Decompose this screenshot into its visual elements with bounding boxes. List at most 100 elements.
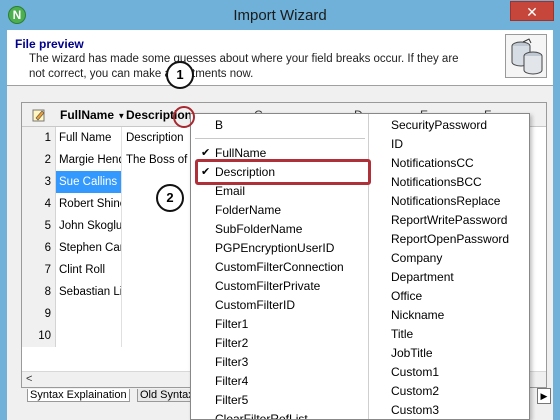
cell-fullname[interactable]: Clint Roll <box>56 259 122 281</box>
tab-syntax-explaination[interactable]: Syntax Explaination <box>27 389 130 402</box>
scroll-left-icon[interactable]: < <box>26 373 32 385</box>
dropdown-item-reportopenpassword[interactable]: ReportOpenPassword <box>391 230 509 249</box>
dropdown-item-label: NotificationsReplace <box>391 194 501 208</box>
wizard-header: File preview The wizard has made some gu… <box>7 30 553 86</box>
dropdown-item-label: PGPEncryptionUserID <box>215 241 335 255</box>
dropdown-item-title[interactable]: Title <box>391 325 413 344</box>
tab-old-syntax[interactable]: Old Syntax <box>137 389 197 402</box>
step-badge-2: 2 <box>156 184 184 212</box>
dropdown-item-custom3[interactable]: Custom3 <box>391 401 440 419</box>
dropdown-item-customfilterid[interactable]: CustomFilterID <box>215 296 295 315</box>
dropdown-item-label: JobTitle <box>391 346 433 360</box>
row-number[interactable]: 7 <box>22 259 56 281</box>
dropdown-item-notificationscc[interactable]: NotificationsCC <box>391 154 474 173</box>
cell-fullname[interactable]: Sebastian Lin <box>56 281 122 303</box>
sheet-tabs: Syntax Explaination Old Syntax <box>21 388 211 404</box>
scroll-end-button[interactable]: ▶ <box>537 388 551 404</box>
cell-fullname[interactable]: Full Name <box>56 127 122 149</box>
cell-fullname[interactable] <box>56 303 122 325</box>
edit-icon[interactable] <box>32 108 46 122</box>
dropdown-item-customfilterconnection[interactable]: CustomFilterConnection <box>215 258 344 277</box>
cell-fullname[interactable]: Robert Shine <box>56 193 122 215</box>
dropdown-item-label: Department <box>391 270 454 284</box>
dropdown-item-jobtitle[interactable]: JobTitle <box>391 344 433 363</box>
column-header-fullname[interactable]: FullName ▼ <box>60 108 125 122</box>
dropdown-item-customfilterprivate[interactable]: CustomFilterPrivate <box>215 277 320 296</box>
dropdown-item-label: Nickname <box>391 308 445 322</box>
dropdown-item-label: ClearFilterRefList <box>215 412 308 420</box>
header-title: File preview <box>15 37 84 51</box>
dropdown-item-label: SecurityPassword <box>391 118 488 132</box>
header-description: The wizard has made some guesses about w… <box>29 53 459 80</box>
dropdown-item-filter4[interactable]: Filter4 <box>215 372 248 391</box>
cell-fullname[interactable] <box>56 325 122 347</box>
dropdown-item-custom2[interactable]: Custom2 <box>391 382 439 401</box>
window-title: Import Wizard <box>233 7 327 24</box>
dropdown-item-label: ReportWritePassword <box>391 213 508 227</box>
dropdown-item-label: Filter5 <box>215 393 249 407</box>
dropdown-item-filter1[interactable]: Filter1 <box>215 315 248 334</box>
dropdown-item-label: Custom3 <box>391 403 440 417</box>
dropdown-item-label: NotificationsBCC <box>391 175 482 189</box>
dropdown-item-label: Company <box>391 251 443 265</box>
dropdown-item-office[interactable]: Office <box>391 287 422 306</box>
row-number[interactable]: 5 <box>22 215 56 237</box>
dropdown-item-filter2[interactable]: Filter2 <box>215 334 248 353</box>
dropdown-item-label: CustomFilterID <box>215 298 296 312</box>
dropdown-item-label: Filter4 <box>215 374 249 388</box>
row-number[interactable]: 2 <box>22 149 56 171</box>
close-button[interactable]: ✕ <box>510 1 554 21</box>
title-bar: N Import Wizard ✕ <box>0 0 560 30</box>
dropdown-item-label: Office <box>391 289 423 303</box>
dropdown-item-label: CustomFilterConnection <box>215 260 344 274</box>
dropdown-item-label: Filter3 <box>215 355 249 369</box>
description-highlight-box <box>195 159 371 185</box>
dropdown-arrow-highlight <box>173 106 195 128</box>
cell-fullname[interactable]: Stephen Cars <box>56 237 122 259</box>
dropdown-item-label: Filter2 <box>215 336 249 350</box>
dropdown-item-label: Title <box>391 327 414 341</box>
dropdown-item-label: FolderName <box>215 203 282 217</box>
dropdown-item-label: ReportOpenPassword <box>391 232 510 246</box>
dropdown-item-label: SubFolderName <box>215 222 303 236</box>
cell-fullname[interactable]: Sue Callins <box>56 171 122 193</box>
dropdown-item-notificationsreplace[interactable]: NotificationsReplace <box>391 192 500 211</box>
dropdown-item-label: Filter1 <box>215 317 249 331</box>
dropdown-column-right: SecurityPassword ID NotificationsCC Notific… <box>369 114 529 419</box>
dropdown-item-label: Email <box>215 184 246 198</box>
dropdown-item-foldername[interactable]: FolderName <box>215 201 281 220</box>
database-icon <box>505 34 547 78</box>
dropdown-item-label: CustomFilterPrivate <box>215 279 321 293</box>
dropdown-item-notificationsbcc[interactable]: NotificationsBCC <box>391 173 482 192</box>
dropdown-item-department[interactable]: Department <box>391 268 454 287</box>
cell-fullname[interactable]: Margie Hendr <box>56 149 122 171</box>
step-badge-1: 1 <box>166 61 194 89</box>
dropdown-item-id[interactable]: ID <box>391 135 403 154</box>
dropdown-item-filter3[interactable]: Filter3 <box>215 353 248 372</box>
cell-fullname[interactable]: John Skoglun <box>56 215 122 237</box>
row-number[interactable]: 4 <box>22 193 56 215</box>
row-number[interactable]: 3 <box>22 171 56 193</box>
dropdown-item-label: Custom2 <box>391 384 440 398</box>
dropdown-separator <box>195 138 365 139</box>
dropdown-item-securitypassword[interactable]: SecurityPassword <box>391 116 487 135</box>
dropdown-item-pgpencryptionuserid[interactable]: PGPEncryptionUserID <box>215 239 334 258</box>
dropdown-item-custom1[interactable]: Custom1 <box>391 363 439 382</box>
dropdown-item-label: B <box>215 118 224 132</box>
dropdown-item-reportwritepassword[interactable]: ReportWritePassword <box>391 211 507 230</box>
row-number[interactable]: 10 <box>22 325 56 347</box>
row-number[interactable]: 6 <box>22 237 56 259</box>
dropdown-item-filter5[interactable]: Filter5 <box>215 391 248 410</box>
row-number[interactable]: 1 <box>22 127 56 149</box>
dropdown-item-b[interactable]: B <box>215 116 223 135</box>
dropdown-item-subfoldername[interactable]: SubFolderName <box>215 220 302 239</box>
dropdown-item-label: FullName <box>215 146 267 160</box>
dropdown-item-label: NotificationsCC <box>391 156 474 170</box>
dropdown-item-nickname[interactable]: Nickname <box>391 306 444 325</box>
row-number[interactable]: 8 <box>22 281 56 303</box>
dropdown-item-label: ID <box>391 137 403 151</box>
dropdown-item-label: Custom1 <box>391 365 440 379</box>
row-number[interactable]: 9 <box>22 303 56 325</box>
dropdown-item-company[interactable]: Company <box>391 249 442 268</box>
dropdown-item-clearfilterreflist[interactable]: ClearFilterRefList <box>215 410 308 420</box>
